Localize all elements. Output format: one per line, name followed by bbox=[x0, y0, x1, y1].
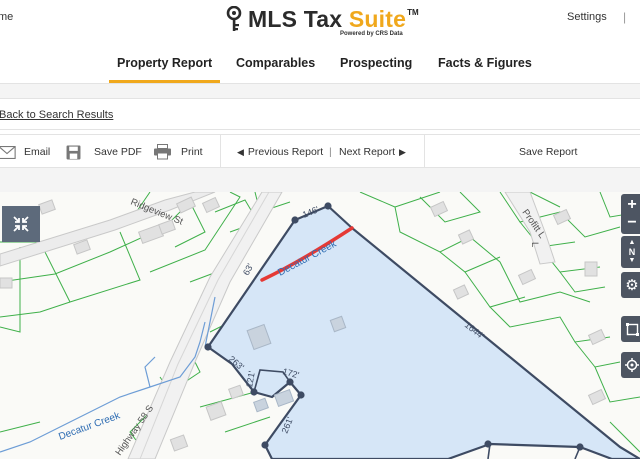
map-canvas[interactable]: Ridgeview St Highway 58 S Profitt L L De… bbox=[0, 192, 640, 459]
settings-link[interactable]: Settings bbox=[567, 11, 607, 23]
key-icon bbox=[226, 6, 242, 31]
section-spacer bbox=[0, 168, 640, 192]
printer-icon bbox=[154, 144, 171, 160]
zoom-controls: + − bbox=[621, 194, 640, 234]
save-pdf-button[interactable]: Save PDF bbox=[66, 135, 142, 169]
creek-label-lower: Decatur Creek bbox=[57, 410, 122, 443]
previous-report-label: Previous Report bbox=[247, 146, 324, 158]
envelope-icon bbox=[0, 145, 16, 159]
section-spacer bbox=[0, 84, 640, 98]
caret-left-icon: ◀ bbox=[237, 146, 244, 157]
zoom-out-icon[interactable]: − bbox=[627, 214, 636, 232]
logo-subtitle: Powered by CRS Data bbox=[340, 31, 403, 37]
header-user-name[interactable]: me bbox=[0, 11, 13, 23]
next-report-button[interactable]: Next Report ▶ bbox=[339, 135, 406, 169]
locate-button[interactable] bbox=[621, 352, 640, 378]
print-button[interactable]: Print bbox=[153, 135, 203, 169]
dimension-label-left-upper: 63' bbox=[241, 262, 255, 277]
collapse-map-button[interactable] bbox=[2, 206, 40, 242]
zoom-in-icon[interactable]: + bbox=[627, 196, 636, 214]
north-label: N bbox=[628, 247, 636, 257]
email-button[interactable]: Email bbox=[0, 135, 50, 169]
email-label: Email bbox=[24, 146, 51, 158]
save-report-button[interactable]: Save Report bbox=[519, 135, 577, 169]
crosshair-icon bbox=[625, 358, 639, 372]
north-orientation-button[interactable]: ▲ N ▼ bbox=[621, 236, 640, 268]
logo-trademark: TM bbox=[407, 8, 419, 17]
report-nav-separator: | bbox=[329, 146, 332, 158]
north-arrow-down-icon: ▼ bbox=[628, 257, 636, 264]
gear-icon: ⚙ bbox=[625, 277, 639, 294]
logo-word-mls-tax: MLS Tax bbox=[248, 6, 349, 32]
mls-tax-suite-logo[interactable]: MLS Tax Suite TM bbox=[226, 6, 419, 32]
print-label: Print bbox=[181, 146, 203, 158]
select-area-icon bbox=[625, 322, 639, 336]
report-toolbar: Email Save PDF Print ◀ Previous Report |… bbox=[0, 134, 640, 169]
tab-comparables[interactable]: Comparables bbox=[236, 56, 315, 70]
north-arrow-up-icon: ▲ bbox=[628, 239, 636, 246]
street-label-profitt-2: L bbox=[529, 242, 540, 247]
tab-facts-figures[interactable]: Facts & Figures bbox=[438, 56, 532, 70]
logo-word-suite: Suite bbox=[348, 6, 407, 32]
toolbar-divider bbox=[424, 135, 425, 169]
back-bar: Back to Search Results bbox=[0, 98, 640, 130]
header-separator: | bbox=[623, 10, 627, 24]
previous-report-button[interactable]: ◀ Previous Report bbox=[237, 135, 323, 169]
logo-wordmark: MLS Tax Suite bbox=[248, 6, 406, 32]
main-nav: Property Report Comparables Prospecting … bbox=[0, 48, 640, 84]
toolbar-divider bbox=[220, 135, 221, 169]
map-settings-button[interactable]: ⚙ bbox=[621, 272, 640, 298]
caret-right-icon: ▶ bbox=[399, 146, 406, 157]
tab-prospecting[interactable]: Prospecting bbox=[340, 56, 412, 70]
tab-property-report[interactable]: Property Report bbox=[108, 56, 221, 83]
collapse-arrows-icon bbox=[13, 216, 29, 232]
save-report-label: Save Report bbox=[519, 146, 578, 158]
save-pdf-label: Save PDF bbox=[94, 146, 142, 158]
parcel-map[interactable]: Ridgeview St Highway 58 S Profitt L L De… bbox=[0, 192, 640, 459]
area-select-button[interactable] bbox=[621, 316, 640, 342]
next-report-label: Next Report bbox=[339, 146, 396, 158]
back-to-search-results-link[interactable]: Back to Search Results bbox=[0, 109, 113, 121]
app-header: me MLS Tax Suite TM Powered by CRS Data … bbox=[0, 0, 640, 48]
floppy-disk-icon bbox=[66, 145, 81, 159]
